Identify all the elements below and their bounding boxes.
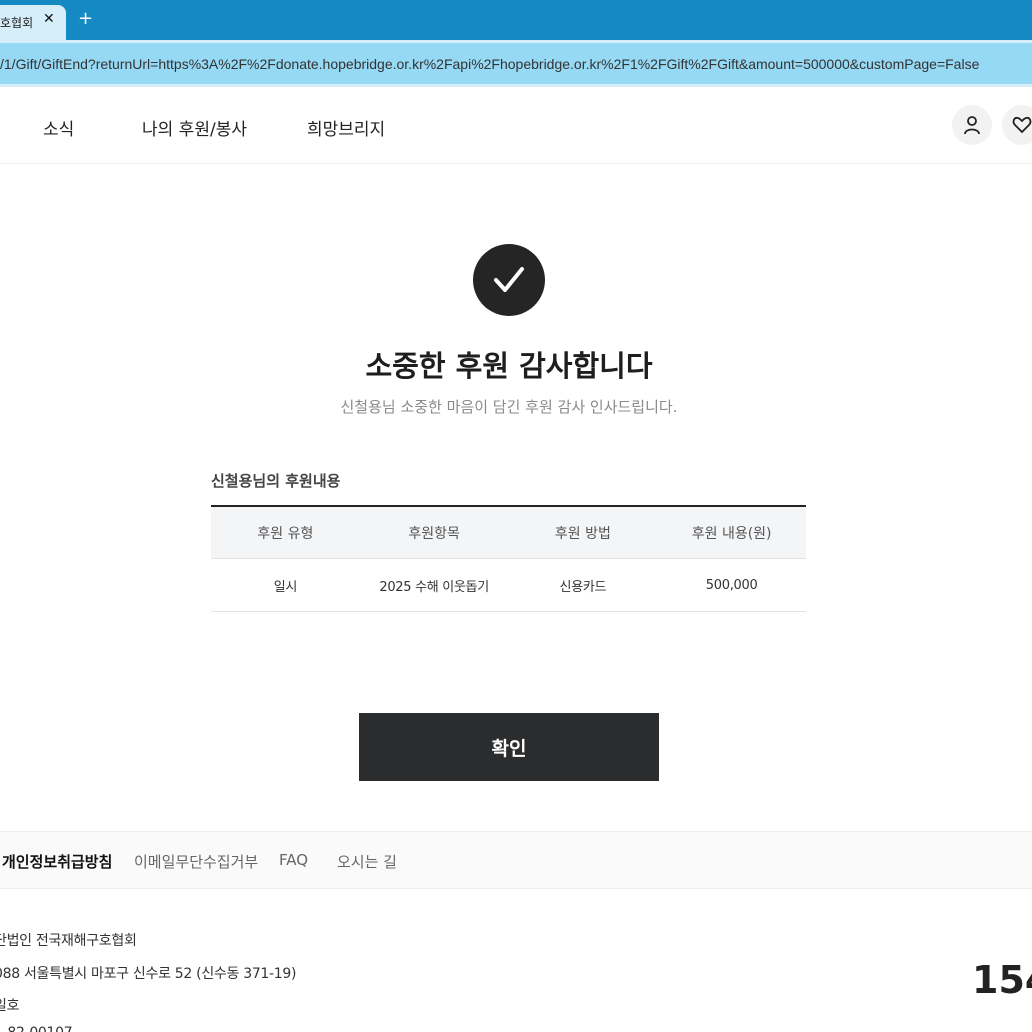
table-header-amount: 후원 내용(원) — [691, 525, 772, 542]
new-tab-button[interactable]: + — [78, 8, 93, 29]
footer-address: 088 서울특별시 마포구 신수로 52 (신수동 371-19) — [0, 966, 297, 982]
nav-item-hopebridge[interactable]: 희망브리지 — [307, 115, 385, 140]
heart-icon — [1012, 116, 1032, 134]
table-cell-amount: 500,000 — [705, 577, 758, 593]
footer-link-directions[interactable]: 오시는 길 — [337, 851, 397, 872]
table-header-type: 후원 유형 — [257, 525, 314, 542]
footer-registration-number: 1-82-00107 — [0, 1025, 73, 1032]
confirm-button[interactable]: 확인 — [359, 713, 659, 781]
table-cell-item: 2025 수해 이웃돕기 — [379, 579, 489, 595]
donation-details-title: 신철용님의 후원내용 — [211, 472, 341, 490]
browser-toolbar: /1/Gift/GiftEnd?returnUrl=https%3A%2F%2F… — [0, 40, 1032, 87]
browser-tab[interactable]: 호협회 ✕ — [0, 5, 66, 40]
footer-link-faq[interactable]: FAQ — [279, 851, 308, 869]
close-tab-icon[interactable]: ✕ — [43, 11, 55, 27]
user-icon — [964, 116, 980, 135]
tab-title: 호협회 — [0, 16, 34, 30]
nav-item-news[interactable]: 소식 — [43, 115, 74, 140]
footer-link-email-policy[interactable]: 이메일무단수집거부 — [134, 851, 258, 872]
nav-item-my-donations[interactable]: 나의 후원/봉사 — [142, 115, 247, 140]
footer-info-line: 일호 — [0, 998, 20, 1014]
user-button[interactable] — [952, 105, 992, 145]
footer-org-name: 단법인 전국재해구호협회 — [0, 933, 137, 949]
table-header-item: 후원항목 — [408, 525, 460, 542]
table-cell-type: 일시 — [273, 579, 298, 595]
success-check-icon — [473, 244, 545, 316]
table-cell-method: 신용카드 — [559, 579, 607, 595]
browser-tab-bar: 호협회 ✕ + — [0, 0, 1032, 40]
donation-table: 후원 유형 후원항목 후원 방법 후원 내용(원) 일시 2025 수해 이웃돕… — [211, 505, 806, 612]
address-bar[interactable]: /1/Gift/GiftEnd?returnUrl=https%3A%2F%2F… — [0, 43, 1032, 84]
wishlist-button[interactable] — [1002, 105, 1032, 145]
footer-phone-number: 154 — [972, 958, 1032, 1002]
footer-link-privacy[interactable]: 개인정보취급방침 — [2, 851, 112, 872]
table-row: 일시 2025 수해 이웃돕기 신용카드 500,000 — [211, 559, 806, 612]
thank-you-message: 신철용님 소중한 마음이 담긴 후원 감사 인사드립니다. — [340, 398, 678, 416]
footer-links: 개인정보취급방침 이메일무단수집거부 FAQ 오시는 길 — [0, 831, 1032, 889]
page-title: 소중한 후원 감사합니다 — [365, 349, 653, 383]
address-bar-url[interactable]: /1/Gift/GiftEnd?returnUrl=https%3A%2F%2F… — [0, 56, 979, 72]
table-header-method: 후원 방법 — [554, 525, 611, 542]
site-header: 소식 나의 후원/봉사 희망브리지 — [0, 87, 1032, 164]
table-header-row: 후원 유형 후원항목 후원 방법 후원 내용(원) — [211, 507, 806, 559]
